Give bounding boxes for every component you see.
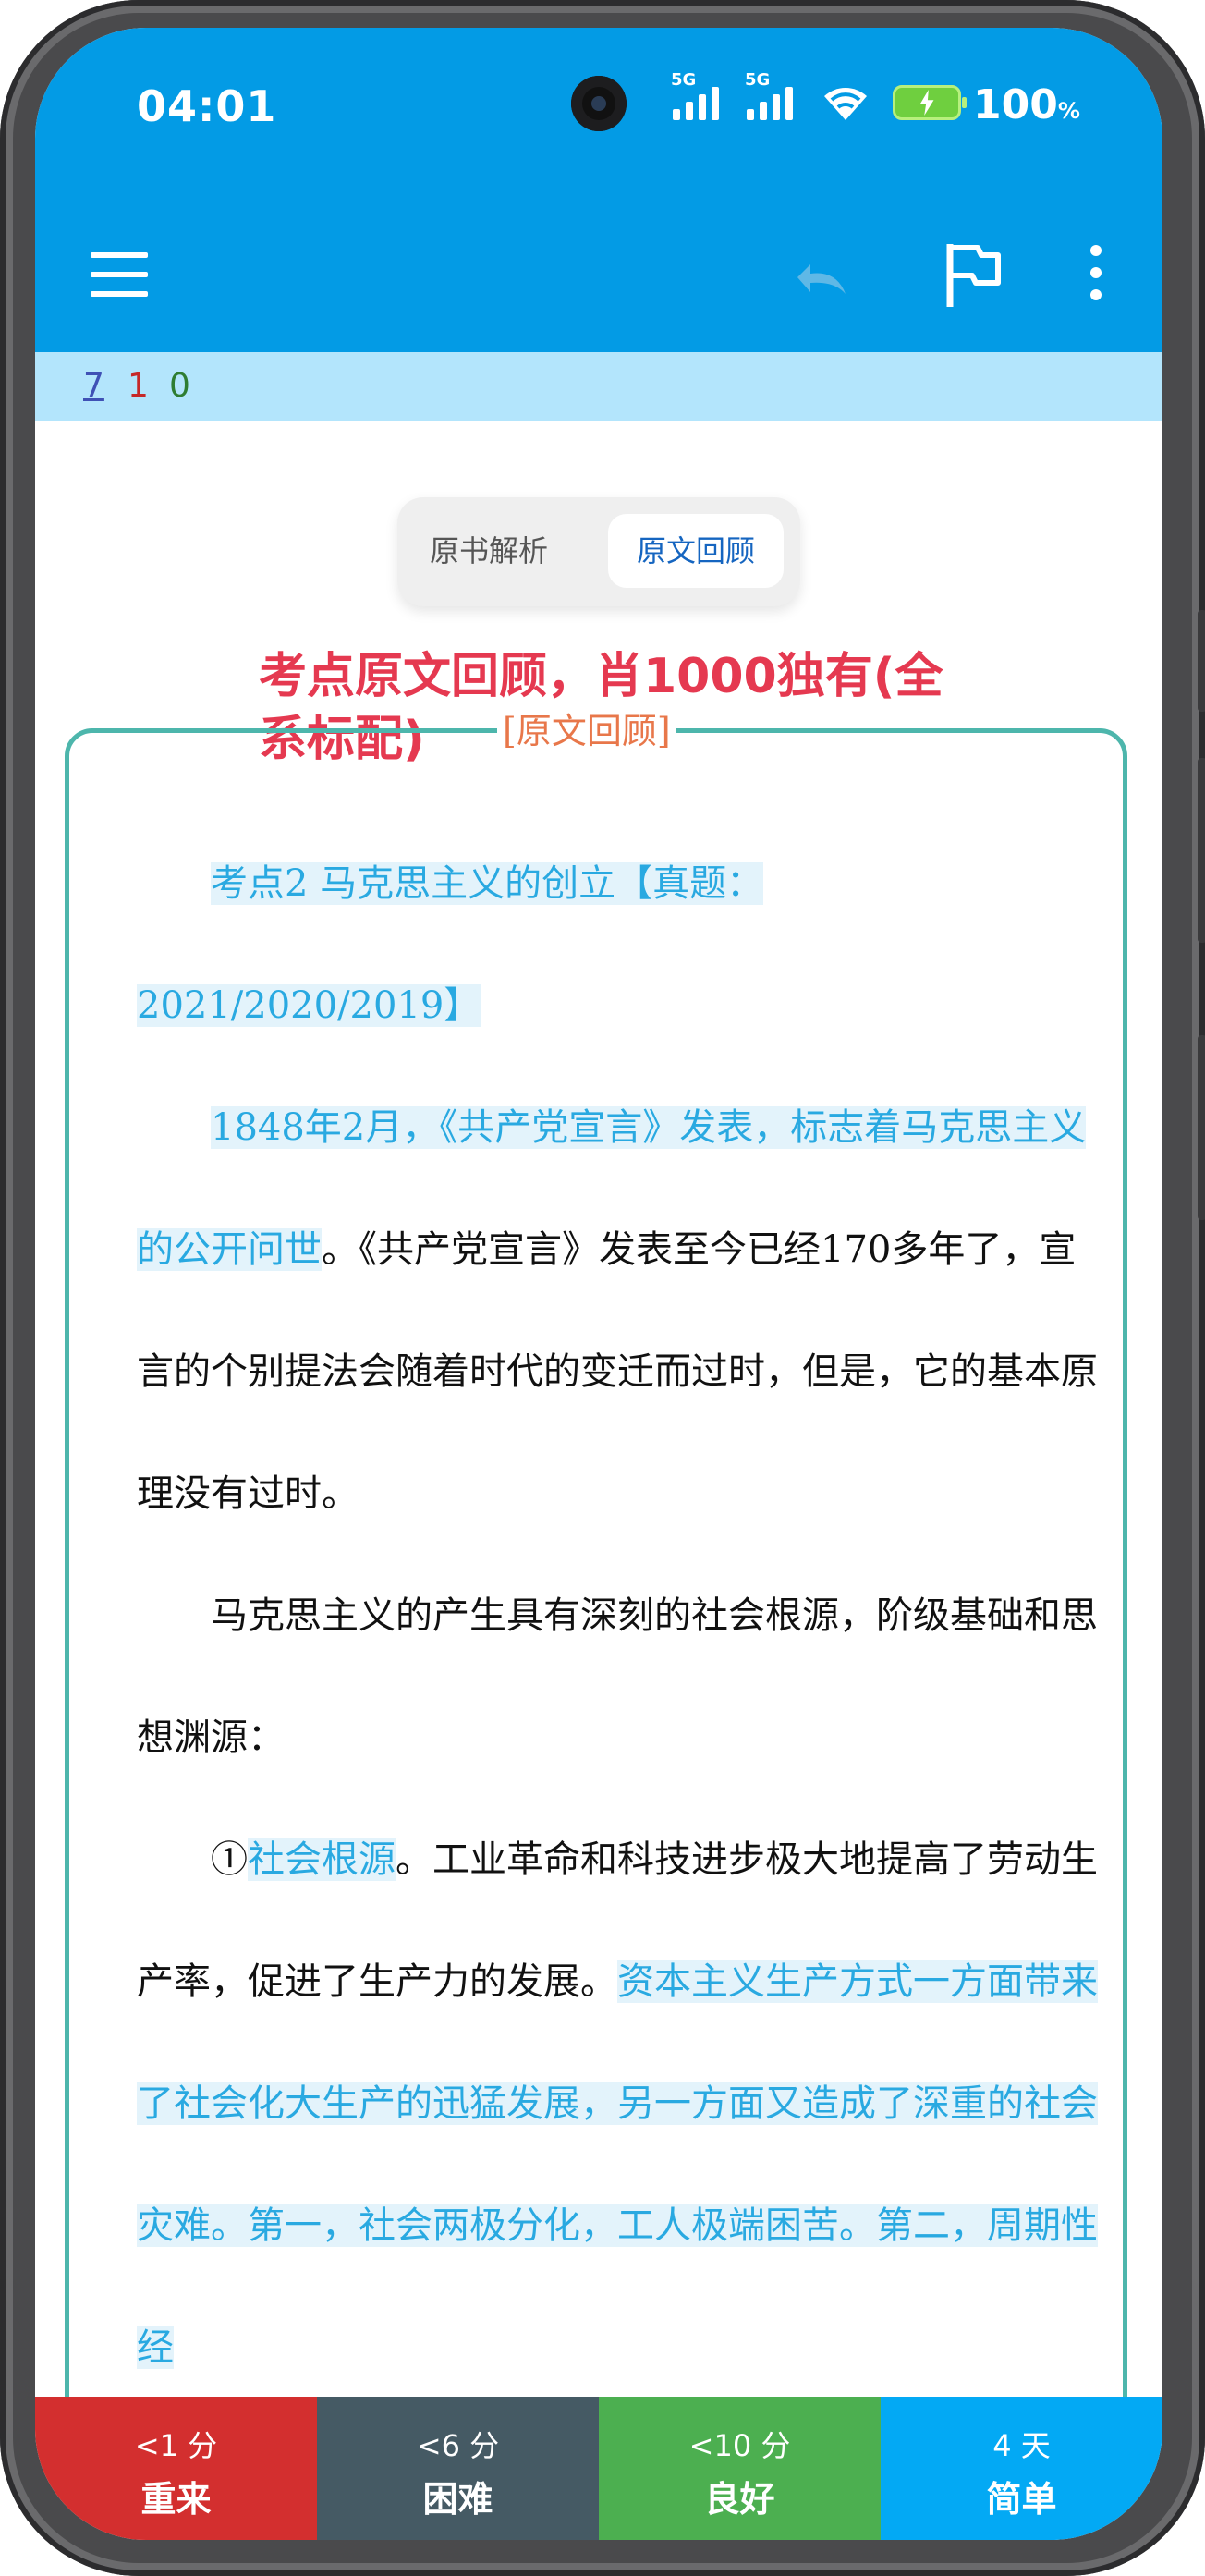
hard-label: 困难	[422, 2479, 493, 2520]
network-type-label: 5G	[745, 70, 771, 90]
phone-frame: 04:01 5G 5G 100% 7 1 0 原书解析 原文回顾 考点原文回顾，…	[0, 0, 1205, 2576]
undo-icon[interactable]	[788, 250, 853, 305]
paragraph-2: 马克思主义的产生具有深刻的社会根源，阶级基础和思想渊源：	[137, 1594, 1098, 1759]
again-button[interactable]: <1 分 重来	[35, 2397, 317, 2540]
app-toolbar	[35, 199, 1162, 352]
hard-interval: <6 分	[416, 2428, 500, 2463]
good-label: 良好	[704, 2479, 775, 2520]
battery-percent: 100%	[973, 81, 1080, 128]
review-count: 0	[169, 367, 190, 405]
app-screen: 04:01 5G 5G 100% 7 1 0 原书解析 原文回顾 考点原文回顾，…	[35, 28, 1162, 2540]
card-content: 考点2 马克思主义的创立【真题： 2021/2020/2019】 1848年2月…	[137, 823, 1098, 2409]
tab-original-analysis[interactable]: 原书解析	[420, 514, 558, 588]
volume-up-button	[1198, 610, 1205, 712]
signal-2-icon: 5G	[745, 70, 793, 120]
good-interval: <10 分	[688, 2428, 791, 2463]
again-interval: <1 分	[134, 2428, 218, 2463]
box-legend: [原文回顾]	[497, 702, 676, 753]
status-bar: 04:01 5G 5G 100%	[35, 28, 1162, 199]
network-type-label: 5G	[671, 70, 697, 90]
hard-button[interactable]: <6 分 困难	[317, 2397, 599, 2540]
segmented-tabs: 原书解析 原文回顾	[397, 497, 800, 606]
paragraph-title-cont: 2021/2020/2019】	[137, 984, 481, 1027]
new-count: 7	[83, 367, 104, 405]
good-button[interactable]: <10 分 良好	[599, 2397, 881, 2540]
tab-original-review[interactable]: 原文回顾	[608, 514, 784, 588]
clock: 04:01	[137, 81, 277, 131]
heading-line-1: 考点原文回顾，肖1000独有(全	[259, 649, 943, 704]
card-counts-bar: 7 1 0	[35, 352, 1162, 421]
hamburger-menu-icon[interactable]	[91, 252, 148, 297]
again-label: 重来	[140, 2479, 212, 2520]
learning-count: 1	[128, 367, 149, 405]
easy-button[interactable]: 4 天 简单	[881, 2397, 1162, 2540]
easy-label: 简单	[986, 2479, 1057, 2520]
power-button	[1198, 1035, 1205, 1220]
paragraph-title: 考点2 马克思主义的创立【真题：	[211, 862, 764, 905]
answer-buttons: <1 分 重来 <6 分 困难 <10 分 良好 4 天 简单	[35, 2397, 1162, 2540]
flag-icon[interactable]	[941, 240, 1005, 310]
volume-down-button	[1198, 758, 1205, 943]
wifi-icon	[824, 88, 867, 120]
easy-interval: 4 天	[992, 2428, 1051, 2463]
signal-1-icon: 5G	[671, 70, 719, 120]
front-camera	[571, 76, 627, 131]
paragraph-1: 1848年2月，《共产党宣言》发表，标志着马克思主义的公开问世。《共产党宣言》发…	[137, 1106, 1098, 1515]
paragraph-3: ①社会根源。工业革命和科技进步极大地提高了劳动生产率，促进了生产力的发展。资本主…	[137, 1838, 1098, 2369]
more-vert-icon[interactable]	[1087, 245, 1105, 306]
battery-charging-icon	[893, 85, 967, 120]
